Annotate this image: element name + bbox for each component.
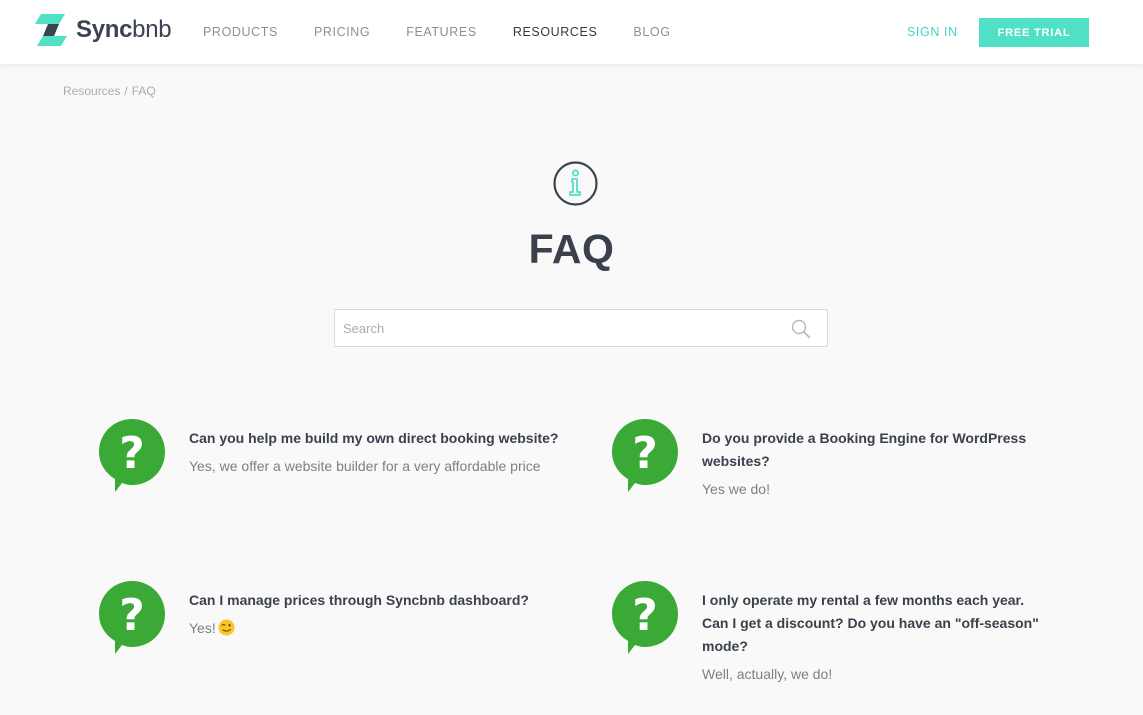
breadcrumb-resources[interactable]: Resources	[63, 84, 120, 98]
breadcrumb-separator: /	[124, 84, 128, 98]
faq-item: ? Do you provide a Booking Engine for Wo…	[612, 419, 1047, 499]
question-bubble-icon: ?	[99, 419, 165, 492]
breadcrumb-current: FAQ	[131, 84, 156, 98]
syncbnb-logo-icon	[35, 14, 67, 46]
nav-products[interactable]: PRODUCTS	[203, 25, 278, 39]
faq-question: Do you provide a Booking Engine for Word…	[702, 430, 1027, 469]
brand-name: Syncbnb	[76, 16, 172, 43]
faq-item: ? Can you help me build my own direct bo…	[99, 419, 569, 492]
winking-face-emoji-icon	[218, 619, 235, 636]
question-bubble-icon: ?	[612, 419, 678, 492]
faq-item: ? I only operate my rental a few months …	[612, 581, 1047, 684]
logo-link[interactable]: Syncbnb	[35, 12, 172, 48]
svg-text:?: ?	[632, 590, 658, 641]
page-title: FAQ	[528, 226, 615, 272]
sign-in-link[interactable]: SIGN IN	[907, 25, 958, 39]
svg-text:?: ?	[632, 428, 658, 479]
faq-item: ? Can I manage prices through Syncbnb da…	[99, 581, 569, 654]
nav-features[interactable]: FEATURES	[406, 25, 477, 39]
search-box	[334, 309, 828, 347]
breadcrumb: Resources / FAQ	[63, 84, 156, 98]
free-trial-button[interactable]: FREE TRIAL	[979, 18, 1089, 47]
svg-text:?: ?	[119, 590, 145, 641]
faq-answer: Well, actually, we do!	[702, 666, 833, 682]
nav-resources[interactable]: RESOURCES	[513, 25, 598, 39]
faq-answer-row: Yes!	[189, 618, 569, 638]
faq-answer: Yes!	[189, 620, 216, 636]
info-icon	[553, 161, 598, 206]
main-nav: PRODUCTS PRICING FEATURES RESOURCES BLOG	[203, 0, 707, 64]
faq-answer: Yes, we offer a website builder for a ve…	[189, 458, 541, 474]
faq-question: Can I manage prices through Syncbnb dash…	[189, 592, 529, 608]
site-header: Syncbnb PRODUCTS PRICING FEATURES RESOUR…	[0, 0, 1143, 64]
question-bubble-icon: ?	[612, 581, 678, 654]
question-bubble-icon: ?	[99, 581, 165, 654]
faq-answer: Yes we do!	[702, 481, 770, 497]
faq-question: Can you help me build my own direct book…	[189, 430, 559, 446]
nav-pricing[interactable]: PRICING	[314, 25, 370, 39]
search-icon[interactable]	[791, 319, 811, 339]
nav-blog[interactable]: BLOG	[633, 25, 670, 39]
search-input[interactable]	[335, 310, 775, 346]
faq-question: I only operate my rental a few months ea…	[702, 592, 1039, 654]
svg-text:?: ?	[119, 428, 145, 479]
